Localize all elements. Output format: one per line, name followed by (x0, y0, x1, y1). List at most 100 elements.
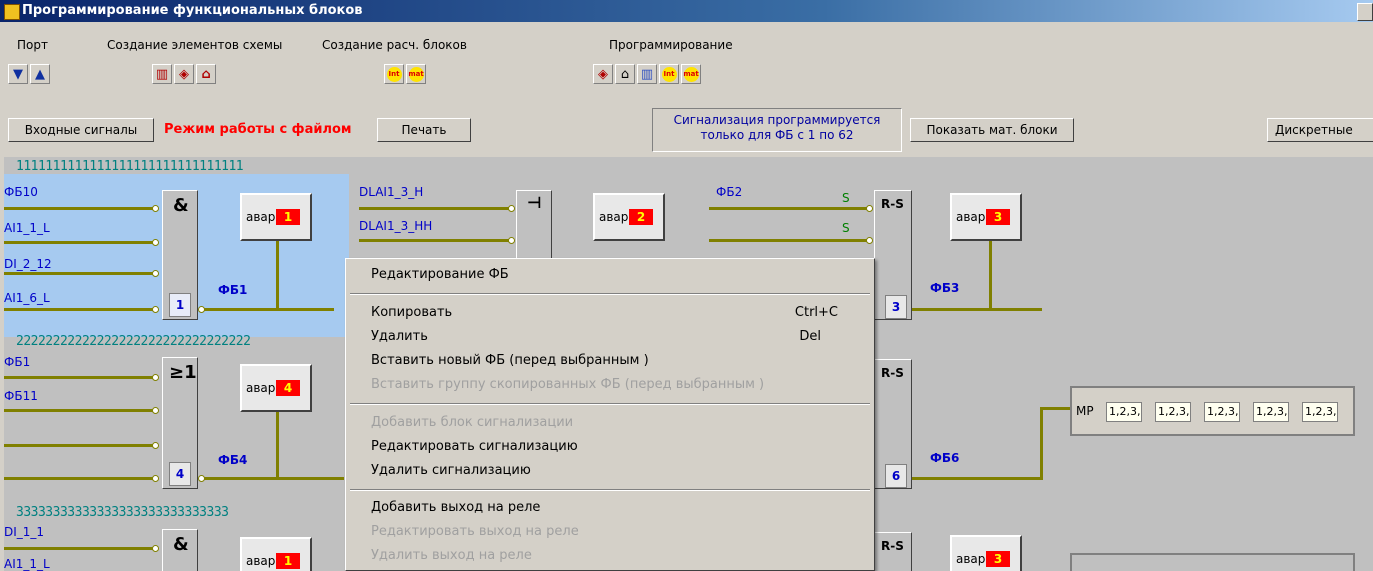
minimize-button[interactable] (1357, 3, 1373, 21)
relay-cell-4[interactable]: 1,2,3,4 (1253, 402, 1289, 422)
fb7-wire-1 (4, 547, 154, 550)
create-siren-icon[interactable]: ◈ (174, 64, 194, 84)
fb1-out-wire (204, 308, 334, 311)
menu-copy[interactable]: Копировать (371, 305, 452, 320)
fb3-output-label: ФБ3 (930, 281, 960, 295)
fb3-gate[interactable]: R-S 3 (874, 190, 912, 320)
menu-edit-signaling[interactable]: Редактировать сигнализацию (371, 439, 578, 454)
title-bar: Программирование функциональных блоков (0, 0, 1373, 22)
menu-separator (350, 403, 870, 405)
fb1-pin-1 (152, 205, 159, 212)
fb1-input-2: AI1_1_L (4, 221, 50, 235)
discrete-button[interactable]: Дискретные (1267, 118, 1373, 142)
relay-cell-1[interactable]: 1,2,3,4 (1106, 402, 1142, 422)
relay-output-block[interactable]: МР 1,2,3,4 1,2,3,4 1,2,3,4 1,2,3,4 1,2,3… (1070, 386, 1355, 436)
menu-programming[interactable]: Программирование (609, 38, 733, 52)
menu-delete-signaling[interactable]: Удалить сигнализацию (371, 463, 531, 478)
menu-copy-shortcut: Ctrl+C (794, 305, 838, 320)
fb1-number: 1 (169, 293, 191, 317)
fb4-pin-2 (152, 407, 159, 414)
fb2-input-2: DLAI1_3_HH (359, 219, 433, 233)
fb1-wire-2 (4, 241, 154, 244)
fb3-s1-label: S (842, 191, 850, 205)
menu-insert-new-fb[interactable]: Вставить новый ФБ (перед выбранным ) (371, 353, 649, 368)
fb2-pin-1 (508, 205, 515, 212)
program-int-icon[interactable]: Int (659, 64, 679, 84)
app-icon (4, 4, 20, 20)
alarm-label: авар (246, 381, 276, 395)
fb2-pin-2 (508, 237, 515, 244)
program-gate-icon[interactable]: ▥ (637, 64, 657, 84)
show-math-blocks-button[interactable]: Показать мат. блоки (910, 118, 1074, 142)
port-up-icon[interactable]: ▲ (30, 64, 50, 84)
menu-port[interactable]: Порт (17, 38, 48, 52)
alarm-block-4[interactable]: авар 4 (240, 364, 312, 412)
fb7-gate[interactable]: & (162, 529, 198, 571)
fb1-alarm-wire (276, 241, 279, 311)
alarm-block-7[interactable]: авар 1 (240, 537, 312, 571)
relay-block-2[interactable] (1070, 553, 1355, 571)
fb6-gate-symbol: R-S (881, 366, 904, 380)
create-relay-icon[interactable]: ⌂ (196, 64, 216, 84)
fb3-wire-1 (709, 207, 869, 210)
alarm-block-9[interactable]: авар 3 (950, 535, 1022, 571)
row1-header: 1111111111111111111111111111111 (16, 159, 244, 174)
program-mat-icon[interactable]: mat (681, 64, 701, 84)
fb1-wire-4 (4, 308, 154, 311)
print-button[interactable]: Печать (377, 118, 471, 142)
alarm-block-1[interactable]: авар 1 (240, 193, 312, 241)
fb4-gate[interactable]: ≥1 4 (162, 357, 198, 489)
menu-delete[interactable]: Удалить (371, 329, 428, 344)
fb1-pin-2 (152, 239, 159, 246)
fb6-out-wire (912, 477, 1042, 480)
fb1-input-4: AI1_6_L (4, 291, 50, 305)
fb1-wire-3 (4, 272, 154, 275)
window-title: Программирование функциональных блоков (22, 3, 363, 18)
alarm-block-3[interactable]: авар 3 (950, 193, 1022, 241)
menu-delete-shortcut: Del (799, 329, 821, 344)
menu-delete-relay-output: Удалить выход на реле (371, 548, 532, 563)
relay-cell-5[interactable]: 1,2,3,4 (1302, 402, 1338, 422)
fb6-relay-wire-h (1040, 407, 1070, 410)
menu-add-relay-output[interactable]: Добавить выход на реле (371, 500, 540, 515)
alarm-label: авар (599, 210, 629, 224)
row3-header: 33333333333333333333333333333 (16, 505, 229, 520)
alarm-block-2[interactable]: авар 2 (593, 193, 665, 241)
fb1-gate-symbol: & (173, 195, 189, 216)
fb3-number: 3 (885, 295, 907, 319)
alarm-label: авар (956, 210, 986, 224)
program-siren-icon[interactable]: ◈ (593, 64, 613, 84)
alarm-number: 1 (276, 553, 300, 569)
program-relay-icon[interactable]: ⌂ (615, 64, 635, 84)
fb4-number: 4 (169, 462, 191, 486)
signaling-note-line2: только для ФБ с 1 по 62 (700, 128, 854, 142)
fb6-gate[interactable]: R-S 6 (874, 359, 912, 489)
fb3-pin-2 (866, 237, 873, 244)
menu-create-calc-blocks[interactable]: Создание расч. блоков (322, 38, 467, 52)
file-mode-label: Режим работы с файлом (164, 122, 352, 137)
alarm-label: авар (246, 210, 276, 224)
fb4-out-wire (204, 477, 344, 480)
relay-cell-3[interactable]: 1,2,3,4 (1204, 402, 1240, 422)
fb1-gate[interactable]: & 1 (162, 190, 198, 320)
menu-separator (350, 293, 870, 295)
fb9-gate[interactable]: R-S (874, 532, 912, 571)
menu-create-elements[interactable]: Создание элементов схемы (107, 38, 282, 52)
port-down-icon[interactable]: ▼ (8, 64, 28, 84)
relay-cell-2[interactable]: 1,2,3,4 (1155, 402, 1191, 422)
input-signals-button[interactable]: Входные сигналы (8, 118, 154, 142)
menu-edit-fb[interactable]: Редактирование ФБ (371, 267, 509, 282)
fb2-gate[interactable]: ⊣ (516, 190, 552, 260)
fb4-pin-1 (152, 374, 159, 381)
create-gate-icon[interactable]: ▥ (152, 64, 172, 84)
menu-edit-relay-output: Редактировать выход на реле (371, 524, 579, 539)
fb1-pin-4 (152, 306, 159, 313)
fb2-wire-2 (359, 239, 509, 242)
alarm-label: авар (246, 554, 276, 568)
int-block-icon[interactable]: Int (384, 64, 404, 84)
alarm-number: 4 (276, 380, 300, 396)
fb4-wire-2 (4, 409, 154, 412)
mat-block-icon[interactable]: mat (406, 64, 426, 84)
fb9-gate-symbol: R-S (881, 539, 904, 553)
signaling-note: Сигнализация программируется только для … (652, 108, 902, 152)
